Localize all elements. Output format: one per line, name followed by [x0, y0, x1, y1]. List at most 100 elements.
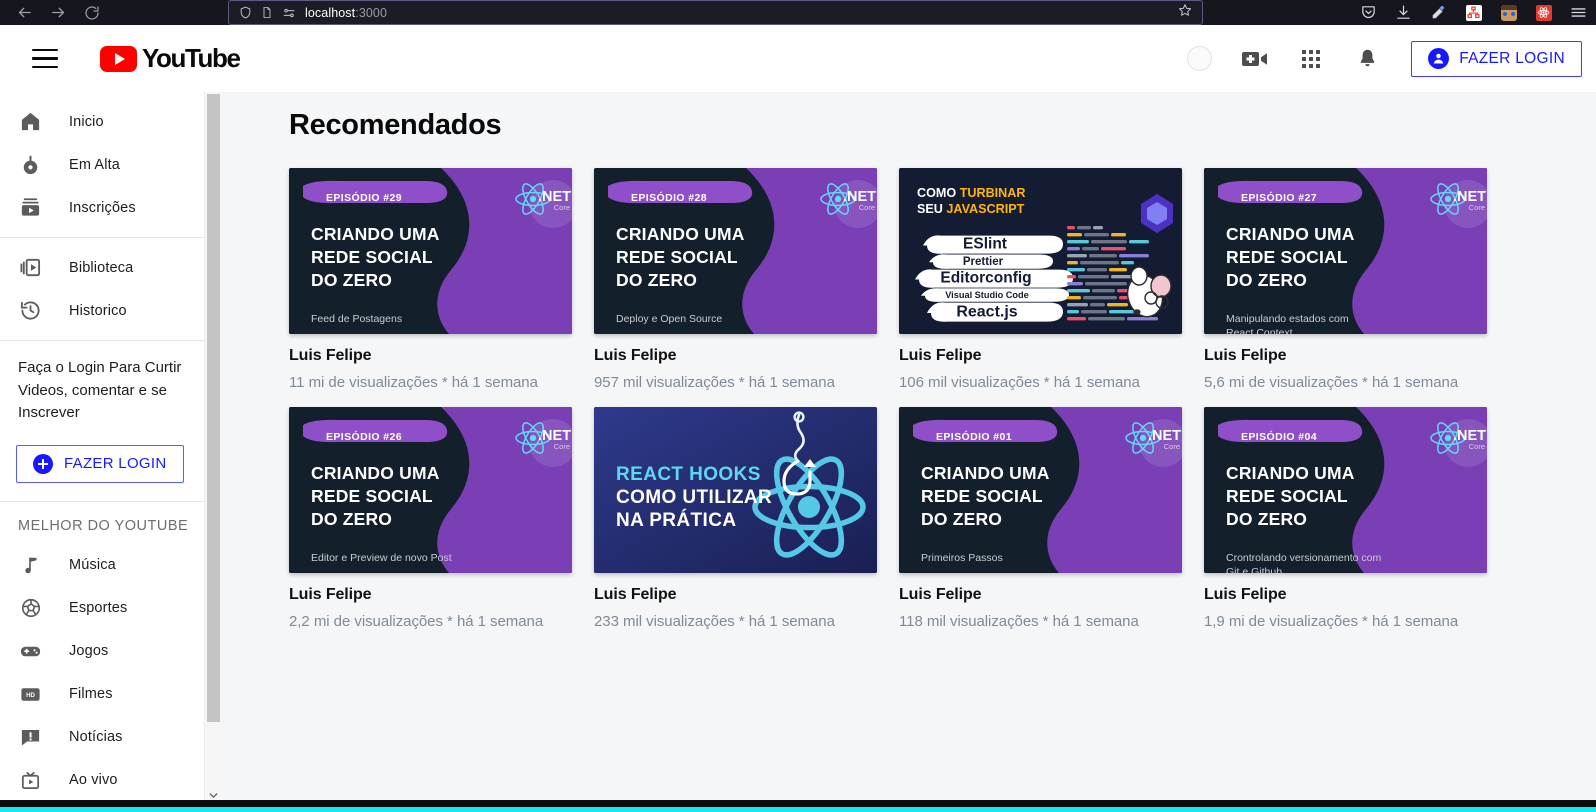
sidebar-label: Em Alta — [69, 156, 121, 173]
account-avatar-icon[interactable] — [1499, 3, 1518, 22]
sidebar-scrollbar[interactable] — [204, 92, 221, 812]
sidebar-label: Notícias — [69, 729, 123, 745]
sidebar: Inicio Em Alta Inscrições Biblioteca His… — [0, 92, 221, 812]
youtube-logo[interactable]: YouTube — [100, 43, 241, 74]
svg-text:REDE SOCIAL: REDE SOCIAL — [1226, 486, 1348, 506]
video-thumbnail[interactable]: EPISÓDIO #28 .NET Core CRIANDO UMA REDE SOCI… — [594, 168, 877, 334]
url-text[interactable]: localhost:3000 — [305, 6, 1169, 20]
video-card[interactable]: REACT HOOKS COMO UTILIZAR NA PRÁTICA Luis F… — [594, 407, 877, 630]
extension-sitemap-icon[interactable] — [1464, 3, 1483, 22]
svg-text:CRIANDO UMA: CRIANDO UMA — [311, 463, 440, 483]
sports-ball-icon — [18, 597, 43, 619]
video-channel-name[interactable]: Luis Felipe — [899, 347, 1182, 365]
sidebar-login-button[interactable]: FAZER LOGIN — [16, 444, 184, 483]
account-circle-icon — [1428, 48, 1450, 69]
sidebar-item-biblioteca[interactable]: Biblioteca — [0, 246, 221, 289]
svg-text:REACT HOOKS: REACT HOOKS — [616, 464, 761, 485]
video-thumbnail[interactable]: COMO TURBINAR SEU JAVASCRIPT ESlint Prettie… — [899, 168, 1182, 334]
extension-react-icon[interactable] — [1534, 3, 1553, 22]
video-card[interactable]: EPISÓDIO #26 .NET Core CRIANDO UMA REDE SOCI… — [289, 407, 572, 630]
trending-flame-icon — [18, 153, 43, 176]
reload-icon[interactable] — [82, 3, 102, 23]
back-arrow-icon[interactable] — [14, 3, 34, 23]
hd-movies-icon: HD — [18, 683, 43, 706]
video-card[interactable]: EPISÓDIO #04 .NET Core CRIANDO UMA REDE SOCI… — [1204, 407, 1487, 630]
header-login-button[interactable]: FAZER LOGIN — [1411, 40, 1582, 77]
sidebar-item-noticias[interactable]: Notícias — [0, 716, 221, 759]
video-channel-name[interactable]: Luis Felipe — [289, 586, 572, 604]
svg-text:Core: Core — [554, 203, 570, 212]
sidebar-item-em-alta[interactable]: Em Alta — [0, 143, 221, 186]
sidebar-item-inscricoes[interactable]: Inscrições — [0, 186, 221, 229]
svg-text:CRIANDO UMA: CRIANDO UMA — [1226, 463, 1355, 483]
browser-nav-buttons — [0, 3, 102, 23]
video-thumbnail[interactable]: EPISÓDIO #29 .NET Core CRIANDO UMA REDE SOCI… — [289, 168, 572, 334]
video-channel-name[interactable]: Luis Felipe — [594, 586, 877, 604]
svg-text:Git e Github: Git e Github — [1226, 566, 1282, 573]
svg-text:EPISÓDIO #27: EPISÓDIO #27 — [1241, 191, 1317, 204]
video-meta: 957 mil visualizações * há 1 semana — [594, 374, 835, 391]
site-permissions-icon[interactable] — [282, 6, 296, 20]
sidebar-label: Biblioteca — [69, 259, 134, 276]
svg-text:REDE SOCIAL: REDE SOCIAL — [311, 486, 433, 506]
pocket-icon[interactable] — [1359, 3, 1378, 22]
svg-text:NA PRÁTICA: NA PRÁTICA — [616, 509, 736, 531]
video-card[interactable]: COMO TURBINAR SEU JAVASCRIPT ESlint Prettie… — [899, 168, 1182, 391]
svg-text:React.js: React.js — [956, 303, 1017, 320]
svg-text:Core: Core — [859, 203, 875, 212]
svg-text:Editor e Preview de novo Post: Editor e Preview de novo Post — [311, 552, 452, 564]
downloads-icon[interactable] — [1394, 3, 1413, 22]
video-channel-name[interactable]: Luis Felipe — [899, 586, 1182, 604]
video-card[interactable]: EPISÓDIO #28 .NET Core CRIANDO UMA REDE SOCI… — [594, 168, 877, 391]
video-thumbnail[interactable]: REACT HOOKS COMO UTILIZAR NA PRÁTICA — [594, 407, 877, 573]
create-video-icon[interactable] — [1227, 36, 1283, 82]
url-bar[interactable]: localhost:3000 — [228, 0, 1203, 25]
notifications-bell-icon[interactable] — [1339, 36, 1395, 82]
youtube-header: YouTube FAZER LOGIN — [0, 25, 1596, 92]
video-card[interactable]: EPISÓDIO #01 .NET Core CRIANDO UMA REDE SOCI… — [899, 407, 1182, 630]
svg-text:React Context: React Context — [1226, 327, 1293, 334]
gamepad-icon — [18, 640, 43, 663]
page-document-icon[interactable] — [261, 5, 273, 20]
video-thumbnail[interactable]: EPISÓDIO #04 .NET Core CRIANDO UMA REDE SOCI… — [1204, 407, 1487, 573]
sidebar-item-historico[interactable]: Historico — [0, 289, 221, 332]
sidebar-label: Filmes — [69, 686, 113, 702]
video-meta: 106 mil visualizações * há 1 semana — [899, 374, 1140, 391]
video-channel-name[interactable]: Luis Felipe — [289, 347, 572, 365]
svg-text:EPISÓDIO #04: EPISÓDIO #04 — [1241, 430, 1317, 443]
shield-icon[interactable] — [239, 5, 252, 20]
sidebar-item-filmes[interactable]: HD Filmes — [0, 673, 221, 716]
video-thumbnail[interactable]: EPISÓDIO #01 .NET Core CRIANDO UMA REDE SOCI… — [899, 407, 1182, 573]
video-card[interactable]: EPISÓDIO #27 .NET Core CRIANDO UMA REDE SOCI… — [1204, 168, 1487, 391]
svg-text:REDE SOCIAL: REDE SOCIAL — [616, 247, 738, 267]
sidebar-primary-group: Inicio Em Alta Inscrições — [0, 92, 221, 237]
svg-text:CRIANDO UMA: CRIANDO UMA — [1226, 224, 1355, 244]
sidebar-item-jogos[interactable]: Jogos — [0, 630, 221, 673]
forward-arrow-icon[interactable] — [48, 3, 68, 23]
sidebar-category-group: Música Esportes Jogos HD Filmes Notícias… — [0, 544, 221, 812]
video-channel-name[interactable]: Luis Felipe — [1204, 586, 1487, 604]
svg-text:EPISÓDIO #28: EPISÓDIO #28 — [631, 191, 707, 204]
eyedropper-icon[interactable] — [1429, 3, 1448, 22]
star-bookmark-icon[interactable] — [1178, 3, 1192, 22]
sidebar-item-esportes[interactable]: Esportes — [0, 587, 221, 630]
sidebar-item-musica[interactable]: Música — [0, 544, 221, 587]
video-thumbnail[interactable]: EPISÓDIO #26 .NET Core CRIANDO UMA REDE SOCI… — [289, 407, 572, 573]
youtube-apps-grid-icon[interactable] — [1283, 36, 1339, 82]
sidebar-item-inicio[interactable]: Inicio — [0, 100, 221, 143]
sidebar-label: Ao vivo — [69, 772, 118, 788]
hamburger-menu-icon[interactable] — [32, 48, 58, 69]
sidebar-scrollbar-thumb[interactable] — [207, 94, 220, 722]
video-channel-name[interactable]: Luis Felipe — [1204, 347, 1487, 365]
video-card[interactable]: EPISÓDIO #29 .NET Core CRIANDO UMA REDE SOCI… — [289, 168, 572, 391]
video-channel-name[interactable]: Luis Felipe — [594, 347, 877, 365]
svg-text:Core: Core — [1469, 203, 1485, 212]
sidebar-label: Inicio — [69, 113, 104, 130]
history-clock-icon — [18, 299, 43, 322]
video-thumbnail[interactable]: EPISÓDIO #27 .NET Core CRIANDO UMA REDE SOCI… — [1204, 168, 1487, 334]
sidebar-item-ao-vivo[interactable]: Ao vivo — [0, 759, 221, 802]
sidebar-label: Historico — [69, 302, 127, 319]
svg-text:DO ZERO: DO ZERO — [311, 270, 392, 290]
search-circle-icon[interactable] — [1171, 36, 1227, 82]
app-menu-icon[interactable] — [1569, 3, 1588, 22]
